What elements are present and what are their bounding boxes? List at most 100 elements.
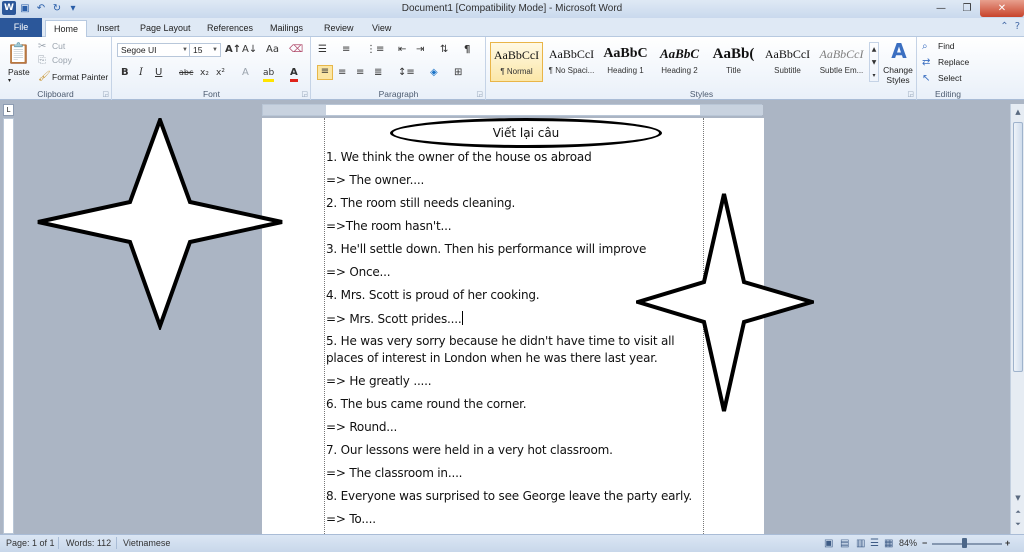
zoom-level[interactable]: 84% <box>899 538 917 548</box>
web-layout-icon[interactable]: ▥ <box>856 538 865 549</box>
zoom-slider[interactable] <box>932 543 1002 545</box>
align-right-icon[interactable]: ≡ <box>356 67 364 79</box>
sort-icon[interactable]: ⇅ <box>440 44 448 56</box>
shading-icon[interactable]: ◈ <box>430 67 438 79</box>
vertical-ruler[interactable] <box>3 118 14 534</box>
window-title: Document1 [Compatibility Mode] - Microso… <box>401 3 623 14</box>
highlight-icon[interactable]: ab <box>263 67 275 82</box>
tab-insert[interactable]: Insert <box>89 20 128 37</box>
grow-font-icon[interactable]: A↑ <box>225 44 241 56</box>
doc-line-12: => Round... <box>326 420 398 434</box>
next-page-icon[interactable]: ⏷ <box>1012 518 1024 530</box>
style-subtitle-label: Subtitle <box>774 66 801 75</box>
language-indicator[interactable]: Vietnamese <box>123 538 170 548</box>
clipboard-launcher-icon[interactable]: ◲ <box>102 90 109 98</box>
multilevel-list-icon[interactable]: ⋮≡ <box>366 44 384 56</box>
paragraph-launcher-icon[interactable]: ◲ <box>476 90 483 98</box>
scroll-up-icon[interactable]: ▲ <box>1012 106 1024 118</box>
select-button[interactable]: Select <box>938 73 962 83</box>
ruler-left-margin <box>263 105 326 115</box>
previous-page-icon[interactable]: ⏶ <box>1012 506 1024 518</box>
paste-dropdown-icon[interactable]: ▾ <box>8 77 11 84</box>
doc-line-3: 2. The room still needs cleaning. <box>326 196 516 210</box>
justify-icon[interactable]: ≣ <box>374 67 382 79</box>
cut-button[interactable]: Cut <box>52 41 65 51</box>
find-button[interactable]: Find <box>938 41 955 51</box>
paste-icon[interactable]: 📋 <box>6 41 31 65</box>
borders-icon[interactable]: ⊞ <box>454 67 462 79</box>
align-left-icon[interactable]: ≡ <box>317 65 333 80</box>
bold-icon[interactable]: B <box>121 67 129 79</box>
tab-home[interactable]: Home <box>45 20 88 38</box>
draft-view-icon[interactable]: ▦ <box>884 538 893 549</box>
minimize-ribbon-icon[interactable]: ⌃ <box>1000 21 1008 32</box>
tab-selector[interactable]: L <box>3 104 14 116</box>
help-icon[interactable]: ? <box>1015 21 1020 32</box>
copy-icon: ⎘ <box>38 55 46 66</box>
paragraph-group-label: Paragraph <box>378 89 419 99</box>
style-heading-2-sample: AaBbC <box>659 46 699 61</box>
print-layout-view-icon[interactable]: ▣ <box>824 538 833 549</box>
tab-references[interactable]: References <box>199 20 261 37</box>
clear-formatting-icon[interactable]: ⌫ <box>289 44 303 56</box>
four-point-star-right[interactable] <box>636 192 814 414</box>
tab-file[interactable]: File <box>0 18 42 37</box>
four-point-star-left[interactable] <box>36 118 286 330</box>
style-subtitle[interactable]: AaBbCcI Subtitle <box>761 42 814 82</box>
style-normal[interactable]: AaBbCcI ¶ Normal <box>490 42 543 82</box>
shrink-font-icon[interactable]: A↓ <box>242 44 257 56</box>
horizontal-ruler[interactable] <box>262 104 763 116</box>
italic-icon[interactable]: I <box>139 67 143 79</box>
replace-button[interactable]: Replace <box>938 57 969 67</box>
style-heading-1[interactable]: AaBbC Heading 1 <box>599 42 652 82</box>
change-case-icon[interactable]: Aa <box>266 44 279 56</box>
strikethrough-icon[interactable]: abc <box>179 67 193 79</box>
page-count[interactable]: Page: 1 of 1 <box>6 538 55 548</box>
style-title[interactable]: AaBb( Title <box>707 42 760 82</box>
zoom-slider-knob[interactable] <box>962 538 967 548</box>
format-painter-button[interactable]: Format Painter <box>52 72 108 82</box>
style-subtle-emphasis[interactable]: AaBbCcI Subtle Em... <box>815 42 868 82</box>
font-name-combo[interactable]: Segoe UI ▼ <box>117 43 191 57</box>
paste-button[interactable]: Paste <box>8 67 30 77</box>
tab-view[interactable]: View <box>364 20 399 37</box>
font-launcher-icon[interactable]: ◲ <box>301 90 308 98</box>
line-spacing-icon[interactable]: ↕≡ <box>398 67 415 79</box>
title-bar: W ▣ ↶ ↻ ▾ Document1 [Compatibility Mode]… <box>0 0 1024 18</box>
zoom-in-icon[interactable]: + <box>1005 538 1010 548</box>
bullets-icon[interactable]: ☰ <box>318 44 327 56</box>
increase-indent-icon[interactable]: ⇥ <box>416 44 424 56</box>
styles-launcher-icon[interactable]: ◲ <box>907 90 914 98</box>
text-effects-icon[interactable]: A <box>242 67 249 79</box>
tab-page-layout[interactable]: Page Layout <box>132 20 199 37</box>
full-screen-reading-icon[interactable]: ▤ <box>840 538 849 549</box>
scrollbar-thumb[interactable] <box>1013 122 1023 372</box>
decrease-indent-icon[interactable]: ⇤ <box>398 44 406 56</box>
styles-scroll-icon[interactable]: ▲ ▼ ▾ <box>869 42 879 82</box>
change-styles-button[interactable]: Change Styles <box>881 65 915 85</box>
tab-review[interactable]: Review <box>316 20 362 37</box>
subscript-icon[interactable]: x₂ <box>200 67 209 79</box>
scroll-down-icon[interactable]: ▼ <box>1012 492 1024 504</box>
font-size-combo[interactable]: 15 ▼ <box>189 43 221 57</box>
tab-mailings[interactable]: Mailings <box>262 20 311 37</box>
numbering-icon[interactable]: ≡ <box>342 44 350 56</box>
style-heading-2-label: Heading 2 <box>661 66 698 75</box>
vertical-scrollbar[interactable]: ▲ ▼ ⏶ ⏷ <box>1010 104 1024 534</box>
underline-icon[interactable]: U <box>155 67 162 79</box>
style-heading-2[interactable]: AaBbC Heading 2 <box>653 42 706 82</box>
style-no-spacing[interactable]: AaBbCcI ¶ No Spaci... <box>545 42 598 82</box>
superscript-icon[interactable]: x² <box>216 67 225 79</box>
font-color-icon[interactable]: A <box>290 67 298 82</box>
outline-view-icon[interactable]: ☰ <box>870 538 879 549</box>
show-formatting-marks-icon[interactable]: ¶ <box>464 44 470 56</box>
minimize-button[interactable]: — <box>928 0 954 17</box>
close-button[interactable]: ✕ <box>980 0 1024 17</box>
document-heading: Viết lại câu <box>492 126 560 140</box>
zoom-out-icon[interactable]: − <box>922 538 927 548</box>
change-styles-icon[interactable]: A <box>887 40 911 62</box>
word-count[interactable]: Words: 112 <box>66 538 111 548</box>
copy-button[interactable]: Copy <box>52 55 72 65</box>
maximize-button[interactable]: ❐ <box>954 0 980 17</box>
align-center-icon[interactable]: ≡ <box>338 67 346 79</box>
